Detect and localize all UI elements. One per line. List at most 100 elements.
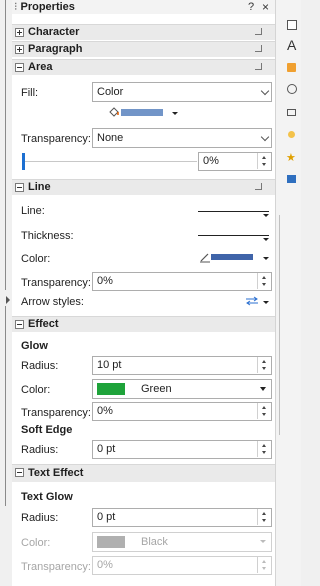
text-glow-transparency-spin[interactable]: 0% — [92, 556, 272, 575]
text-glow-transparency-value: 0% — [97, 559, 113, 571]
area-transparency-value: None — [97, 132, 124, 144]
arrow-styles-dropdown-icon[interactable] — [263, 301, 269, 304]
collapse-icon[interactable] — [15, 320, 24, 329]
pen-icon — [200, 253, 210, 263]
text-glow-radius-value: 0 pt — [97, 511, 116, 523]
chevron-down-icon — [260, 86, 270, 96]
fill-color-dropdown-icon[interactable] — [172, 112, 178, 115]
panel-titlebar: ⁝ Properties ? × — [12, 0, 275, 14]
star-tab-icon[interactable]: ★ — [286, 151, 296, 164]
spin-arrows-icon[interactable] — [257, 509, 271, 525]
section-effect-label: Effect — [28, 318, 59, 330]
transparency-slider-track[interactable] — [22, 161, 197, 162]
text-glow-color-label: Color: — [21, 537, 51, 549]
line-color-swatch[interactable] — [211, 254, 253, 260]
soft-edge-radius-label: Radius: — [21, 444, 59, 456]
text-glow-transparency-label: Transparency: — [21, 561, 91, 573]
transparency-percent-value: 0% — [203, 155, 219, 167]
soft-edge-radius-value: 0 pt — [97, 443, 116, 455]
text-glow-color-swatch — [97, 536, 125, 548]
transparency-percent-spin[interactable]: 0% — [198, 152, 272, 171]
page-tab-icon[interactable] — [287, 109, 296, 116]
collapse-icon[interactable] — [15, 183, 24, 192]
fill-select[interactable]: Color — [92, 82, 272, 102]
more-options-icon[interactable] — [255, 28, 263, 36]
glow-transparency-value: 0% — [97, 405, 113, 417]
section-paragraph-label: Paragraph — [28, 43, 83, 55]
chevron-down-icon — [260, 132, 270, 142]
section-effect[interactable]: Effect — [12, 316, 275, 332]
glow-heading: Glow — [21, 340, 48, 352]
thickness-preview — [198, 235, 269, 236]
soft-edge-radius-spin[interactable]: 0 pt — [92, 440, 272, 459]
more-options-icon[interactable] — [255, 63, 263, 71]
area-transparency-select[interactable]: None — [92, 128, 272, 148]
arrow-style-icon[interactable] — [245, 296, 259, 306]
fill-color-swatch[interactable] — [121, 109, 163, 116]
arrow-styles-label: Arrow styles: — [21, 296, 84, 308]
glow-radius-spin[interactable]: 10 pt — [92, 356, 272, 375]
expand-icon[interactable] — [15, 45, 24, 54]
spin-arrows-icon[interactable] — [257, 357, 271, 373]
collapse-icon[interactable] — [15, 63, 24, 72]
text-glow-color-select[interactable]: Black — [92, 532, 272, 552]
navigator-tab-icon[interactable] — [287, 84, 297, 94]
close-button[interactable]: × — [262, 0, 269, 14]
styles-tab-icon[interactable]: A — [287, 37, 296, 53]
chevron-down-icon — [263, 238, 269, 241]
line-transparency-spin[interactable]: 0% — [92, 272, 272, 291]
collapse-handle[interactable] — [6, 296, 10, 304]
deck-edge — [0, 0, 12, 586]
right-tab-bar: A ★ — [275, 0, 301, 586]
gallery-tab-icon[interactable] — [287, 63, 296, 72]
line-transparency-label: Transparency: — [21, 277, 91, 289]
collapse-icon[interactable] — [15, 468, 24, 477]
line-color-dropdown-icon[interactable] — [263, 257, 269, 260]
drag-grip-icon[interactable]: ⁝ — [14, 1, 18, 13]
chevron-down-icon — [263, 214, 269, 217]
glow-transparency-spin[interactable]: 0% — [92, 402, 272, 421]
spin-arrows-icon[interactable] — [257, 153, 271, 169]
spin-arrows-icon[interactable] — [257, 403, 271, 419]
soft-edge-heading: Soft Edge — [21, 424, 73, 436]
spin-arrows-icon[interactable] — [257, 557, 271, 573]
section-paragraph[interactable]: Paragraph — [12, 41, 275, 57]
line-transparency-value: 0% — [97, 275, 113, 287]
paint-bucket-icon — [109, 107, 119, 117]
section-line-label: Line — [28, 181, 51, 193]
text-glow-radius-spin[interactable]: 0 pt — [92, 508, 272, 527]
section-area-label: Area — [28, 61, 53, 73]
glow-color-select[interactable]: Green — [92, 379, 272, 399]
section-character-label: Character — [28, 26, 80, 38]
scrollbar[interactable] — [279, 215, 280, 435]
help-button[interactable]: ? — [248, 0, 254, 14]
spin-arrows-icon[interactable] — [257, 273, 271, 289]
chevron-down-icon — [260, 540, 266, 543]
master-slides-tab-icon[interactable] — [287, 175, 296, 183]
more-options-icon[interactable] — [255, 45, 263, 53]
thickness-label: Thickness: — [21, 230, 74, 242]
spin-arrows-icon[interactable] — [257, 441, 271, 457]
chevron-down-icon — [260, 387, 266, 391]
line-color-label: Color: — [21, 253, 51, 265]
panel-title-text: Properties — [20, 1, 75, 13]
text-glow-heading: Text Glow — [21, 491, 73, 503]
transparency-slider-thumb[interactable] — [22, 153, 25, 170]
text-glow-radius-label: Radius: — [21, 512, 59, 524]
more-options-icon[interactable] — [255, 183, 263, 191]
glow-radius-label: Radius: — [21, 360, 59, 372]
expand-icon[interactable] — [15, 28, 24, 37]
properties-panel: ⁝ Properties ? × Character Paragraph Area… — [12, 0, 275, 586]
glow-color-label: Color: — [21, 384, 51, 396]
section-area[interactable]: Area — [12, 59, 275, 75]
section-text-effect[interactable]: Text Effect — [12, 464, 275, 482]
animation-tab-icon[interactable] — [288, 131, 295, 138]
section-character[interactable]: Character — [12, 24, 275, 40]
glow-transparency-label: Transparency: — [21, 407, 91, 419]
fill-select-value: Color — [97, 86, 124, 98]
properties-tab-icon[interactable] — [287, 20, 297, 30]
area-transparency-label: Transparency: — [21, 133, 91, 145]
section-line[interactable]: Line — [12, 179, 275, 195]
line-style-preview — [198, 211, 269, 212]
section-text-effect-label: Text Effect — [28, 467, 84, 479]
